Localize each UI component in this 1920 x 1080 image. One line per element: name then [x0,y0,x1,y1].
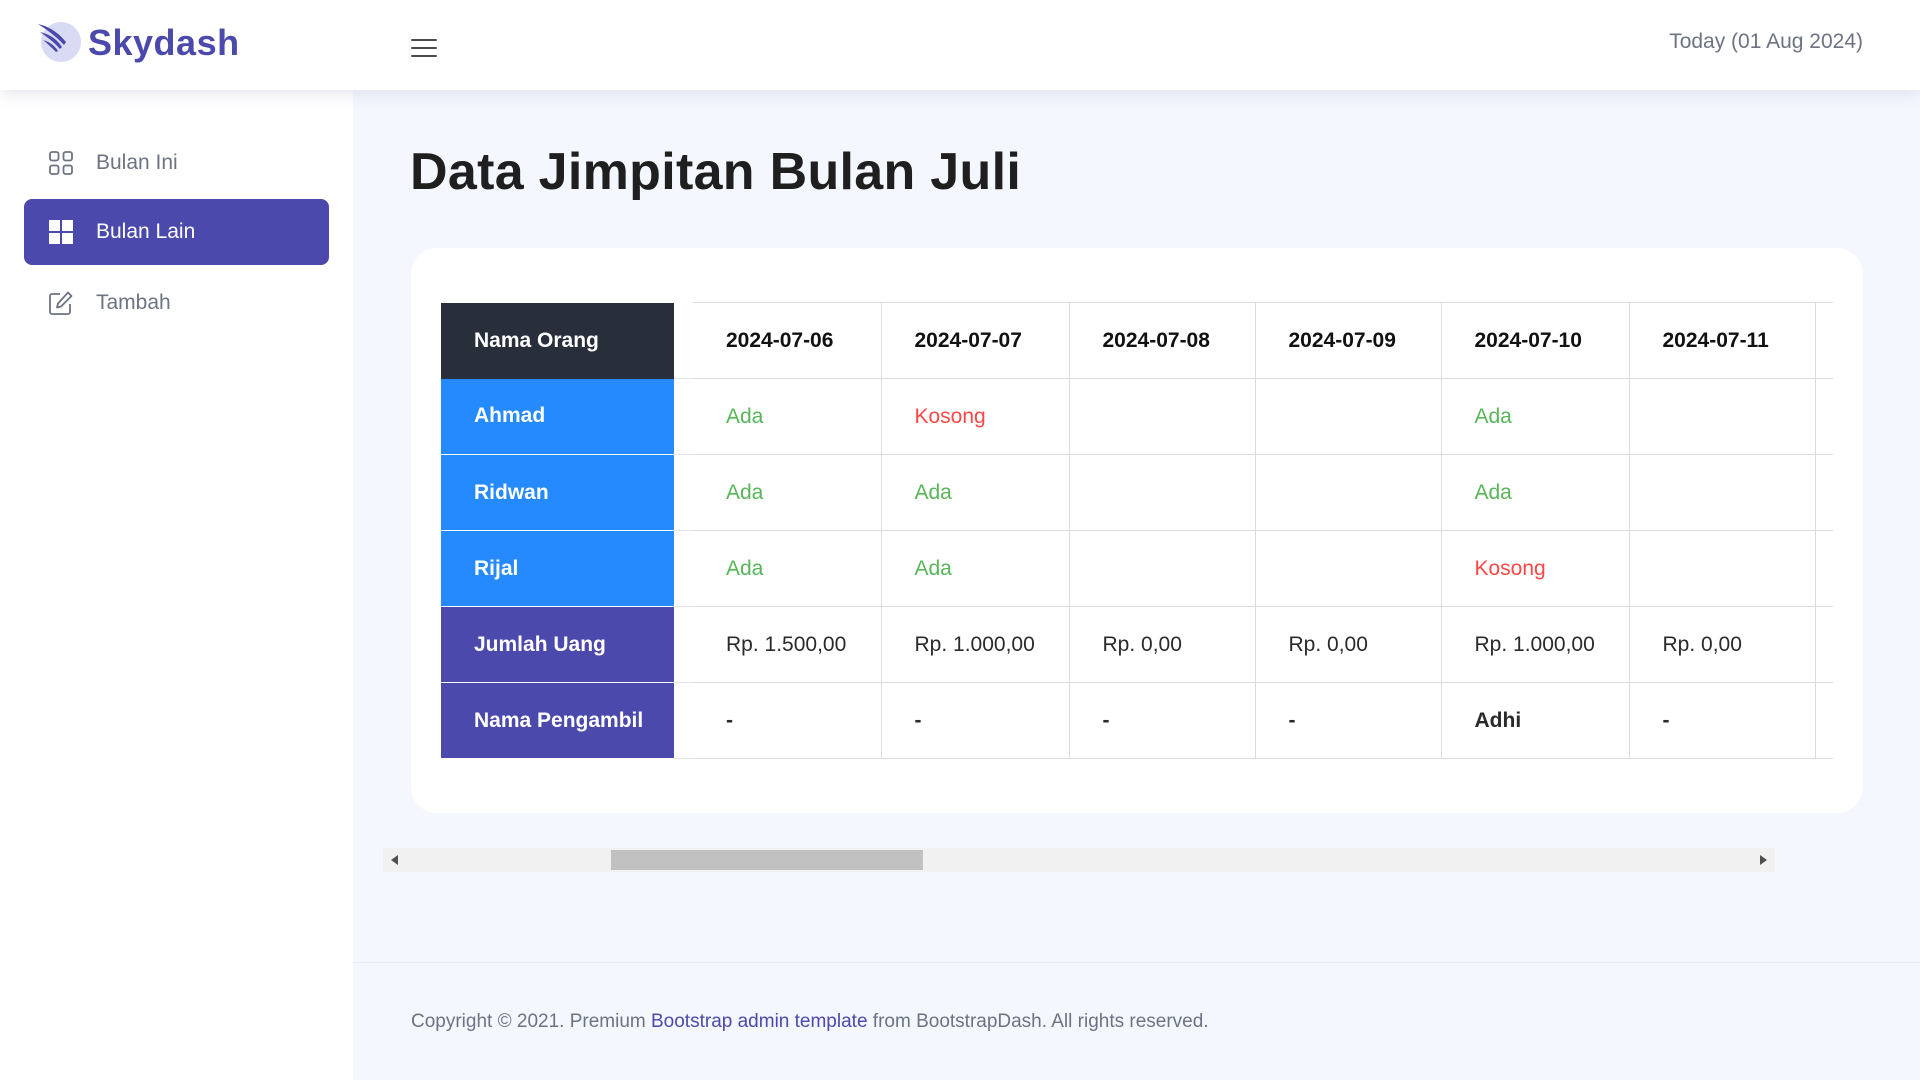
date-header: 2024-07-08 [1069,302,1256,379]
status-cell: Ada [881,454,1070,531]
status-cell-clipped [1815,530,1833,607]
collector-cell: - [1255,682,1442,759]
hamburger-line [411,47,437,49]
status-cell: Kosong [1441,530,1630,607]
status-cell-clipped [1815,378,1833,455]
top-navbar: Skydash Today (01 Aug 2024) [0,0,1920,90]
today-date-label: Today (01 Aug 2024) [1669,30,1863,53]
horizontal-scrollbar[interactable] [383,848,1775,872]
status-cell [1255,454,1442,531]
date-header: 2024-07-10 [1441,302,1630,379]
amount-cell: Rp. 1.000,00 [881,606,1070,683]
bootstrap-template-link[interactable]: Bootstrap admin template [651,1011,868,1032]
status-cell: Ada [693,454,882,531]
status-cell: Ada [881,530,1070,607]
status-cell [1069,454,1256,531]
copyright-prefix: Copyright © 2021. Premium [411,1011,651,1032]
amount-cell: Rp. 1.000,00 [1441,606,1630,683]
corner-header: Nama Orang [441,302,674,379]
skydash-logo-icon [34,18,84,68]
hamburger-line [411,39,437,41]
status-cell: Ada [693,378,882,455]
column-gap [674,302,693,379]
sidebar-item-bulan-ini[interactable]: Bulan Ini [24,130,329,196]
status-cell [1629,530,1816,607]
status-cell [1069,530,1256,607]
hamburger-menu-icon[interactable] [404,30,444,66]
status-cell-clipped [1815,454,1833,531]
column-gap [674,378,693,455]
table-row: Rijal Ada Ada Kosong [441,530,1833,607]
status-cell [1629,378,1816,455]
table-card: Nama Orang 2024-07-06 2024-07-07 2024-07… [411,248,1863,813]
main-content: Data Jimpitan Bulan Juli Nama Orang 2024… [353,90,1920,1080]
date-header: 2024-07-11 [1629,302,1816,379]
date-header: 2024-07-06 [693,302,882,379]
scroll-left-arrow-icon[interactable] [383,848,407,872]
person-name: Ridwan [441,454,674,531]
table-row: Ridwan Ada Ada Ada [441,454,1833,531]
status-cell [1629,454,1816,531]
status-cell: Ada [1441,378,1630,455]
amount-cell-clipped [1815,606,1833,683]
copyright-suffix: from BootstrapDash. All rights reserved. [867,1011,1209,1032]
edit-icon [49,291,73,315]
status-cell [1255,378,1442,455]
totals-row: Jumlah Uang Rp. 1.500,00 Rp. 1.000,00 Rp… [441,606,1833,683]
column-gap [674,606,693,683]
amount-cell: Rp. 0,00 [1255,606,1442,683]
column-gap [674,530,693,607]
sidebar: Bulan Ini Bulan Lain Tambah [0,90,353,1080]
date-header-clipped [1815,302,1833,379]
sidebar-item-tambah[interactable]: Tambah [24,270,329,336]
date-header: 2024-07-07 [881,302,1070,379]
amount-cell: Rp. 0,00 [1069,606,1256,683]
amount-cell: Rp. 1.500,00 [693,606,882,683]
sidebar-item-bulan-lain[interactable]: Bulan Lain [24,199,329,265]
sidebar-item-label: Tambah [96,291,171,314]
collector-cell: - [881,682,1070,759]
amount-cell: Rp. 0,00 [1629,606,1816,683]
table-header-row: Nama Orang 2024-07-06 2024-07-07 2024-07… [441,302,1833,379]
collector-row: Nama Pengambil - - - - Adhi - [441,682,1833,759]
scroll-right-arrow-icon[interactable] [1751,848,1775,872]
hamburger-line [411,55,437,57]
status-cell [1069,378,1256,455]
status-cell: Ada [1441,454,1630,531]
jimpitan-table: Nama Orang 2024-07-06 2024-07-07 2024-07… [441,302,1833,759]
scrollbar-thumb[interactable] [611,850,923,870]
collector-cell: - [1069,682,1256,759]
status-cell: Kosong [881,378,1070,455]
brand-link[interactable]: Skydash [34,18,240,68]
collector-cell: - [1629,682,1816,759]
column-gap [674,454,693,531]
person-name: Ahmad [441,378,674,455]
date-header: 2024-07-09 [1255,302,1442,379]
table-row: Ahmad Ada Kosong Ada [441,378,1833,455]
status-cell [1255,530,1442,607]
page-title: Data Jimpitan Bulan Juli [410,143,1022,201]
brand-name: Skydash [88,22,240,63]
table-scroll-container[interactable]: Nama Orang 2024-07-06 2024-07-07 2024-07… [441,302,1833,782]
grid-filled-icon [49,220,73,244]
collector-cell-clipped [1815,682,1833,759]
sidebar-item-label: Bulan Lain [96,220,196,243]
person-name: Rijal [441,530,674,607]
sidebar-item-label: Bulan Ini [96,151,178,174]
copyright-text: Copyright © 2021. Premium Bootstrap admi… [411,1011,1209,1033]
footer: Copyright © 2021. Premium Bootstrap admi… [353,962,1920,1080]
column-gap [674,682,693,759]
collector-cell: - [693,682,882,759]
collector-label: Nama Pengambil [441,682,674,759]
totals-label: Jumlah Uang [441,606,674,683]
collector-cell: Adhi [1441,682,1630,759]
status-cell: Ada [693,530,882,607]
grid-outline-icon [49,151,73,175]
